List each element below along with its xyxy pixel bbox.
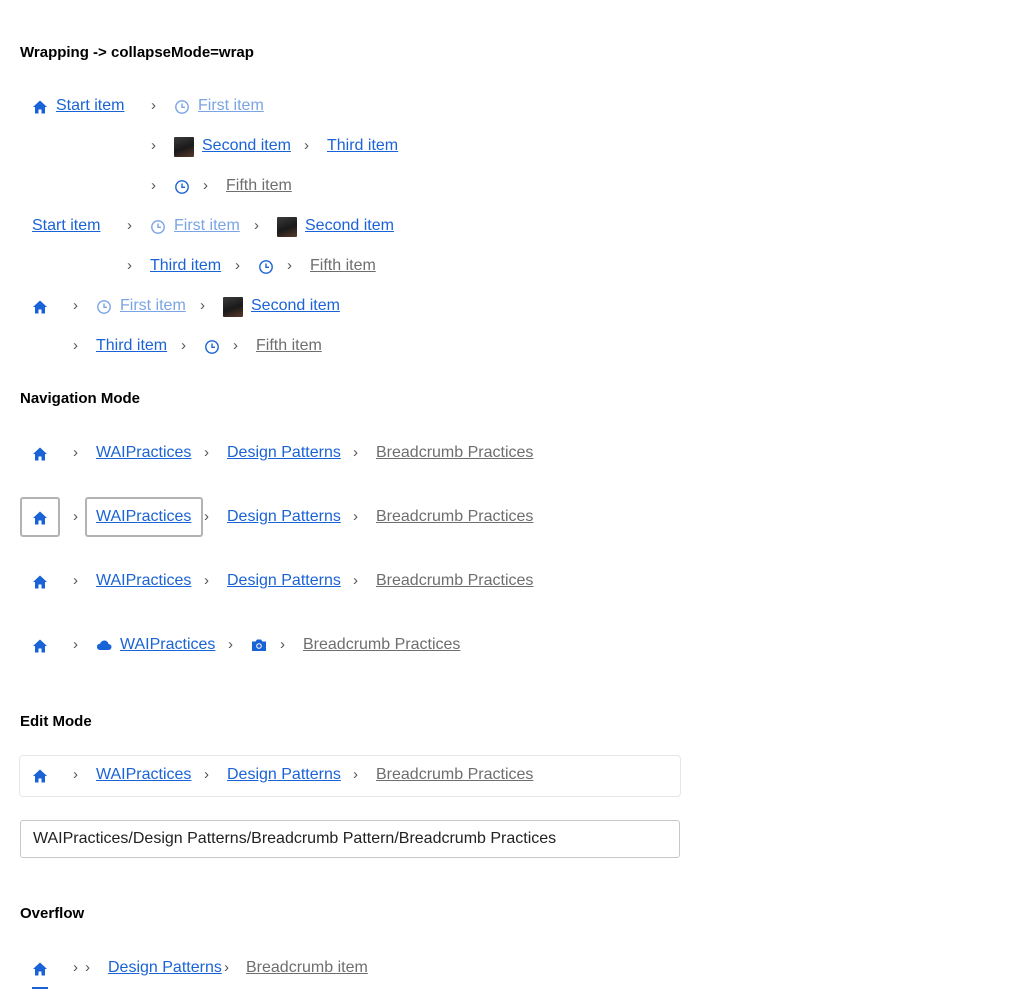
clock-icon (174, 99, 190, 115)
breadcrumb-design-patterns[interactable]: Design Patterns (227, 765, 341, 785)
avatar-image (223, 297, 243, 317)
breadcrumb-current: Breadcrumb Practices (376, 444, 534, 461)
separator-chevron: › (203, 177, 208, 194)
breadcrumb-design-patterns[interactable]: Design Patterns (227, 507, 341, 527)
home-icon[interactable] (32, 638, 48, 654)
section-title-wrapping: Wrapping -> collapseMode=wrap (20, 44, 254, 61)
breadcrumb-current: Breadcrumb item (246, 959, 368, 976)
separator-chevron: › (353, 766, 358, 783)
separator-chevron: › (235, 257, 240, 274)
breadcrumb-third-item[interactable]: Third item (96, 336, 167, 356)
separator-chevron: › (280, 636, 285, 653)
breadcrumb-design-patterns[interactable]: Design Patterns (227, 443, 341, 463)
clock-icon (150, 219, 166, 235)
separator-chevron: › (353, 444, 358, 461)
breadcrumb-second-item[interactable]: Second item (202, 136, 291, 156)
separator-chevron: › (228, 636, 233, 653)
section-title-overflow: Overflow (20, 905, 85, 922)
separator-chevron: › (353, 508, 358, 525)
separator-chevron: › (233, 337, 238, 354)
breadcrumb-fifth-item: Fifth item (226, 177, 292, 194)
avatar-image (174, 137, 194, 157)
separator-chevron: › (353, 572, 358, 589)
separator-chevron: › (73, 337, 78, 354)
separator-chevron: › (287, 257, 292, 274)
home-icon[interactable] (32, 574, 48, 590)
home-icon[interactable] (32, 768, 48, 784)
breadcrumb-path-input[interactable] (20, 820, 680, 858)
separator-chevron: › (73, 636, 78, 653)
breadcrumb-start-item[interactable]: Start item (32, 216, 100, 236)
breadcrumb-first-item[interactable]: First item (174, 216, 240, 236)
breadcrumb-fifth-item: Fifth item (256, 337, 322, 354)
breadcrumb-waipractices[interactable]: WAIPractices (120, 635, 215, 655)
breadcrumb-waipractices[interactable]: WAIPractices (96, 765, 191, 785)
separator-chevron: › (151, 97, 156, 114)
breadcrumb-second-item[interactable]: Second item (251, 296, 340, 316)
section-title-navigation: Navigation Mode (20, 390, 141, 407)
separator-chevron: › (200, 297, 205, 314)
breadcrumb-design-patterns[interactable]: Design Patterns (108, 958, 222, 978)
separator-chevron: › (151, 137, 156, 154)
separator-chevron: › (127, 257, 132, 274)
clock-icon (96, 299, 112, 315)
separator-chevron: › (204, 508, 209, 525)
breadcrumb-current: Breadcrumb Practices (376, 766, 534, 783)
breadcrumb-first-item[interactable]: First item (120, 296, 186, 316)
breadcrumb-current: Breadcrumb Practices (376, 508, 534, 525)
home-icon[interactable] (32, 299, 48, 315)
separator-chevron: › (304, 137, 309, 154)
separator-chevron: › (224, 959, 229, 976)
breadcrumb-current: Breadcrumb Practices (303, 636, 461, 653)
separator-chevron: › (127, 217, 132, 234)
breadcrumb-design-patterns[interactable]: Design Patterns (227, 571, 341, 591)
separator-chevron: › (204, 766, 209, 783)
home-icon[interactable] (32, 446, 48, 462)
breadcrumb-first-item[interactable]: First item (198, 96, 264, 116)
separator-chevron: › (73, 297, 78, 314)
cloud-icon (96, 639, 112, 651)
separator-chevron: › (151, 177, 156, 194)
overflow-menu-chevron[interactable]: › (85, 958, 90, 978)
separator-chevron: › (73, 444, 78, 461)
separator-chevron: › (181, 337, 186, 354)
breadcrumb-third-item[interactable]: Third item (150, 256, 221, 276)
breadcrumb-second-item[interactable]: Second item (305, 216, 394, 236)
clock-icon[interactable] (258, 259, 274, 275)
camera-icon[interactable] (251, 638, 267, 652)
breadcrumb-waipractices[interactable]: WAIPractices (96, 507, 191, 527)
breadcrumb-waipractices[interactable]: WAIPractices (96, 443, 191, 463)
separator-chevron: › (73, 766, 78, 783)
breadcrumb-start-item[interactable]: Start item (56, 96, 124, 116)
home-icon[interactable] (32, 961, 48, 977)
home-underline (32, 987, 48, 989)
breadcrumb-fifth-item: Fifth item (310, 257, 376, 274)
separator-chevron: › (204, 572, 209, 589)
separator-chevron: › (73, 959, 78, 976)
breadcrumb-current: Breadcrumb Practices (376, 572, 534, 589)
separator-chevron: › (204, 444, 209, 461)
separator-chevron: › (73, 572, 78, 589)
home-icon (32, 99, 48, 115)
clock-icon[interactable] (174, 179, 190, 195)
breadcrumb-waipractices[interactable]: WAIPractices (96, 571, 191, 591)
clock-icon[interactable] (204, 339, 220, 355)
avatar-image (277, 217, 297, 237)
separator-chevron: › (254, 217, 259, 234)
home-icon[interactable] (32, 510, 48, 526)
separator-chevron: › (73, 508, 78, 525)
section-title-edit: Edit Mode (20, 713, 92, 730)
breadcrumb-third-item[interactable]: Third item (327, 136, 398, 156)
